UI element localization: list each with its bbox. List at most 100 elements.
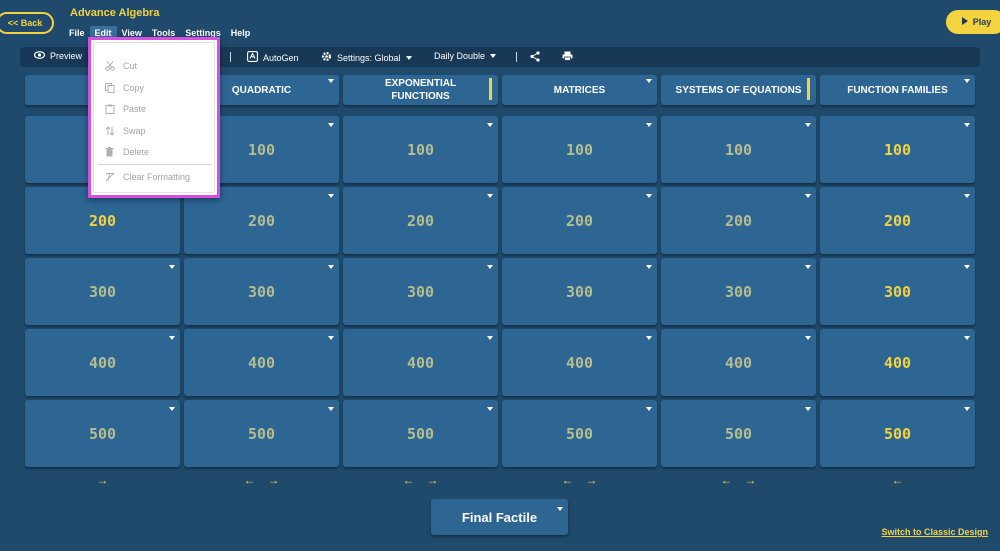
tile-value: 400 xyxy=(88,353,117,372)
daily-double-dropdown[interactable]: Daily Double xyxy=(434,51,497,61)
category-header[interactable]: FUNCTION FAMILIES xyxy=(820,75,975,105)
chevron-down-icon[interactable] xyxy=(964,336,970,340)
question-tile[interactable]: 300 xyxy=(184,258,339,325)
print-button[interactable] xyxy=(562,51,573,63)
question-tile[interactable]: 100 xyxy=(820,116,975,183)
chevron-down-icon[interactable] xyxy=(805,265,811,269)
category-header[interactable]: MATRICES xyxy=(502,75,657,105)
question-tile[interactable]: 300 xyxy=(502,258,657,325)
question-tile[interactable]: 400 xyxy=(184,329,339,396)
arrow-left-icon[interactable]: ← xyxy=(244,473,256,487)
chevron-down-icon xyxy=(405,55,412,60)
autogen-button[interactable]: AutoGen xyxy=(247,51,299,64)
chevron-down-icon[interactable] xyxy=(805,336,811,340)
chevron-down-icon[interactable] xyxy=(169,407,175,411)
chevron-down-icon[interactable] xyxy=(328,79,334,83)
arrow-left-icon[interactable]: ← xyxy=(403,473,415,487)
chevron-down-icon[interactable] xyxy=(646,123,652,127)
preview-button[interactable]: Preview xyxy=(33,51,82,61)
question-tile[interactable]: 500 xyxy=(184,400,339,467)
share-button[interactable] xyxy=(530,51,540,64)
chevron-down-icon[interactable] xyxy=(328,194,334,198)
question-tile[interactable]: 500 xyxy=(343,400,498,467)
chevron-down-icon[interactable] xyxy=(964,194,970,198)
category-header[interactable]: SYSTEMS OF EQUATIONS xyxy=(661,75,816,105)
question-tile[interactable]: 500 xyxy=(661,400,816,467)
toolbar-divider xyxy=(516,52,517,62)
arrow-right-icon[interactable]: → xyxy=(586,473,598,487)
question-tile[interactable]: 500 xyxy=(25,400,180,467)
chevron-down-icon[interactable] xyxy=(169,336,175,340)
question-tile[interactable]: 100 xyxy=(502,116,657,183)
tile-value: 500 xyxy=(406,424,435,443)
chevron-down-icon[interactable] xyxy=(328,407,334,411)
question-tile[interactable]: 100 xyxy=(343,116,498,183)
chevron-down-icon[interactable] xyxy=(169,265,175,269)
arrow-right-icon[interactable]: → xyxy=(268,473,280,487)
arrow-right-icon[interactable]: → xyxy=(745,473,757,487)
column-arrows: ← → xyxy=(184,473,339,487)
chevron-down-icon[interactable] xyxy=(964,123,970,127)
arrow-right-icon[interactable]: → xyxy=(97,473,109,487)
menu-item-label: Clear Formatting xyxy=(123,172,191,182)
menu-help[interactable]: Help xyxy=(226,26,256,41)
chevron-down-icon[interactable] xyxy=(487,265,493,269)
chevron-down-icon[interactable] xyxy=(557,507,563,511)
question-tile[interactable]: 200 xyxy=(820,187,975,254)
chevron-down-icon[interactable] xyxy=(805,194,811,198)
chevron-down-icon[interactable] xyxy=(646,79,652,83)
settings-dropdown[interactable]: Settings: Global xyxy=(321,51,412,64)
question-tile[interactable]: 400 xyxy=(820,329,975,396)
question-tile[interactable]: 200 xyxy=(661,187,816,254)
chevron-down-icon[interactable] xyxy=(964,265,970,269)
chevron-down-icon[interactable] xyxy=(487,336,493,340)
question-tile[interactable]: 200 xyxy=(502,187,657,254)
chevron-down-icon[interactable] xyxy=(646,336,652,340)
chevron-down-icon[interactable] xyxy=(487,407,493,411)
chevron-down-icon[interactable] xyxy=(964,79,970,83)
chevron-down-icon[interactable] xyxy=(646,194,652,198)
back-button[interactable]: << Back xyxy=(0,12,54,34)
category-header[interactable]: EXPONENTIAL FUNCTIONS xyxy=(343,75,498,105)
chevron-down-icon[interactable] xyxy=(328,265,334,269)
arrow-left-icon[interactable]: ← xyxy=(721,473,733,487)
question-tile[interactable]: 100 xyxy=(661,116,816,183)
chevron-down-icon[interactable] xyxy=(487,194,493,198)
question-tile[interactable]: 400 xyxy=(343,329,498,396)
question-tile[interactable]: 400 xyxy=(502,329,657,396)
chevron-down-icon[interactable] xyxy=(487,123,493,127)
chevron-down-icon[interactable] xyxy=(328,123,334,127)
question-tile[interactable]: 300 xyxy=(661,258,816,325)
question-tile[interactable]: 300 xyxy=(343,258,498,325)
question-tile[interactable]: 500 xyxy=(502,400,657,467)
chevron-down-icon[interactable] xyxy=(964,407,970,411)
menu-item-cut[interactable]: Cut xyxy=(94,57,216,75)
chevron-down-icon[interactable] xyxy=(646,407,652,411)
arrow-left-icon[interactable]: ← xyxy=(562,473,574,487)
chevron-down-icon[interactable] xyxy=(328,336,334,340)
switch-classic-design-link[interactable]: Switch to Classic Design xyxy=(881,527,988,537)
menu-item-copy[interactable]: Copy xyxy=(94,79,216,97)
question-tile[interactable]: 400 xyxy=(25,329,180,396)
trash-icon xyxy=(104,147,115,158)
question-tile[interactable]: 300 xyxy=(820,258,975,325)
question-tile[interactable]: 300 xyxy=(25,258,180,325)
menu-file[interactable]: File xyxy=(64,26,90,41)
question-tile[interactable]: 200 xyxy=(343,187,498,254)
arrow-right-icon[interactable]: → xyxy=(427,473,439,487)
menu-item-swap[interactable]: Swap xyxy=(94,122,216,140)
question-tile[interactable]: 400 xyxy=(661,329,816,396)
tile-value: 500 xyxy=(88,424,117,443)
chevron-down-icon[interactable] xyxy=(805,407,811,411)
play-button[interactable]: Play xyxy=(946,10,1000,34)
menu-item-paste[interactable]: Paste xyxy=(94,100,216,118)
column-arrows: ← xyxy=(820,473,975,487)
menu-item-clear-formatting[interactable]: Clear Formatting xyxy=(94,168,216,186)
chevron-down-icon[interactable] xyxy=(805,123,811,127)
menu-item-delete[interactable]: Delete xyxy=(94,143,216,161)
chevron-down-icon[interactable] xyxy=(646,265,652,269)
question-tile[interactable]: 500 xyxy=(820,400,975,467)
arrow-left-icon[interactable]: ← xyxy=(892,473,904,487)
game-title: Advance Algebra xyxy=(70,7,160,19)
final-factile-button[interactable]: Final Factile xyxy=(431,499,568,535)
